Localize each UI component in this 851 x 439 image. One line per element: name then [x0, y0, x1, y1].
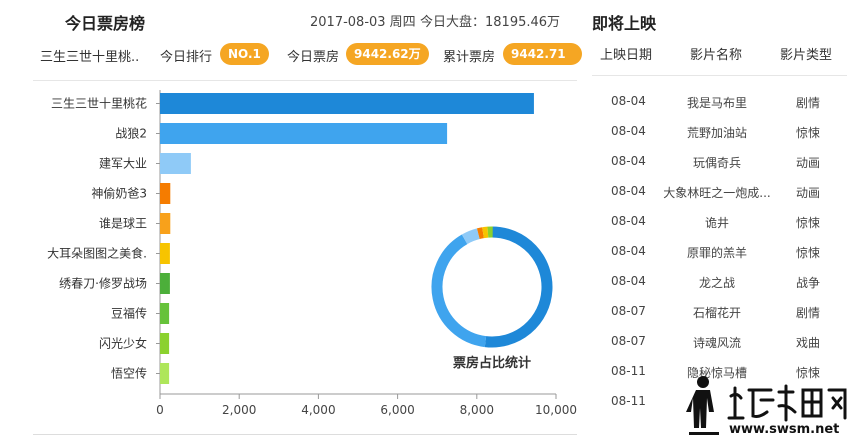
donut-slice — [482, 226, 489, 239]
svg-text:www.swsm.net: www.swsm.net — [729, 422, 839, 437]
x-tick-label: 4,000 — [301, 403, 335, 417]
donut-label: 票房占比统计 — [453, 355, 531, 371]
site-logo-watermark: www.swsm.net — [686, 376, 847, 437]
header-type: 影片类型 — [780, 48, 833, 63]
header-divider — [592, 75, 847, 76]
upcoming-type: 戏曲 — [796, 336, 821, 350]
category-label: 闪光少女 — [99, 336, 147, 351]
donut-slice — [476, 227, 485, 240]
upcoming-type: 剧情 — [796, 306, 821, 320]
upcoming-date: 08-11 — [611, 364, 646, 378]
upcoming-date: 08-04 — [611, 124, 646, 138]
upcoming-name: 诡井 — [704, 216, 729, 230]
bar — [160, 213, 171, 234]
bar — [160, 303, 170, 324]
upcoming-type: 剧情 — [796, 96, 821, 110]
upcoming-date: 08-04 — [611, 274, 646, 288]
x-tick-label: 8,000 — [460, 403, 494, 417]
bar — [160, 123, 448, 144]
upcoming-row[interactable]: 08-04 大象林旺之一炮成... 动画 — [582, 176, 851, 206]
upcoming-row[interactable]: 08-07 石榴花开 剧情 — [582, 296, 851, 326]
donut-slice — [461, 228, 480, 245]
x-tick-label: 2,000 — [222, 403, 256, 417]
bar — [160, 363, 170, 384]
upcoming-date: 08-04 — [611, 184, 646, 198]
upcoming-date: 08-04 — [611, 154, 646, 168]
category-label: 悟空传 — [111, 366, 147, 381]
category-label: 战狼2 — [115, 126, 147, 141]
upcoming-row[interactable]: 08-04 诡井 惊悚 — [582, 206, 851, 236]
donut-slice — [484, 226, 553, 348]
upcoming-name: 玩偶奇兵 — [692, 156, 741, 170]
upcoming-type: 动画 — [796, 186, 821, 200]
upcoming-date: 08-11 — [611, 394, 646, 408]
category-label: 大耳朵图图之美食. — [47, 246, 147, 261]
bar — [160, 93, 534, 114]
upcoming-name: 龙之战 — [698, 276, 735, 290]
header-date: 上映日期 — [600, 48, 653, 63]
upcoming-title: 即将上映 — [592, 14, 657, 33]
upcoming-row[interactable]: 08-04 荒野加油站 惊悚 — [582, 116, 851, 146]
bar — [160, 153, 191, 174]
upcoming-row[interactable]: 08-04 原罪的羔羊 惊悚 — [582, 236, 851, 266]
bar — [160, 333, 170, 354]
box-office-panel: 今日票房榜 2017-08-03 周四 今日大盘：18195.46万 三生三世十… — [0, 0, 582, 439]
upcoming-name: 石榴花开 — [692, 306, 741, 320]
bar — [160, 273, 170, 294]
category-label: 绣春刀·修罗战场 — [59, 276, 147, 291]
upcoming-date: 08-07 — [611, 334, 646, 348]
upcoming-name: 大象林旺之一炮成... — [663, 186, 771, 200]
bar — [160, 183, 171, 204]
upcoming-type: 动画 — [796, 156, 821, 170]
upcoming-row[interactable]: 08-04 玩偶奇兵 动画 — [582, 146, 851, 176]
x-tick-label: 0 — [156, 403, 164, 417]
x-tick-label: 6,000 — [380, 403, 414, 417]
upcoming-type: 惊悚 — [796, 246, 821, 260]
upcoming-row[interactable]: 08-04 龙之战 战争 — [582, 266, 851, 296]
category-label: 豆福传 — [111, 306, 147, 321]
upcoming-type: 惊悚 — [796, 126, 821, 140]
x-tick-label: 10,000 — [535, 403, 577, 417]
upcoming-name: 荒野加油站 — [686, 126, 747, 140]
category-label: 建军大业 — [99, 157, 147, 171]
header-name: 影片名称 — [690, 48, 743, 63]
category-label: 神偷奶爸3 — [91, 186, 147, 201]
category-label: 谁是球王 — [99, 217, 147, 231]
upcoming-type: 惊悚 — [796, 216, 821, 230]
bar — [160, 243, 170, 264]
upcoming-date: 08-07 — [611, 304, 646, 318]
upcoming-date: 08-04 — [611, 94, 646, 108]
bar-chart: 三生三世十里桃花战狼2 建军大业神偷奶爸3 谁是球王大耳朵图图之美食. 绣春刀·修罗战… — [47, 90, 577, 417]
category-label: 三生三世十里桃花 — [51, 96, 147, 111]
upcoming-row[interactable]: 08-07 诗魂风流 戏曲 — [582, 326, 851, 356]
donut-slice — [431, 234, 487, 348]
upcoming-type: 战争 — [796, 276, 821, 290]
upcoming-name: 我是马布里 — [686, 96, 747, 110]
upcoming-date: 08-04 — [611, 214, 646, 228]
upcoming-name: 诗魂风流 — [692, 336, 741, 350]
upcoming-date: 08-04 — [611, 244, 646, 258]
upcoming-name: 原罪的羔羊 — [686, 246, 747, 260]
upcoming-row[interactable]: 08-04 我是马布里 剧情 — [582, 86, 851, 116]
